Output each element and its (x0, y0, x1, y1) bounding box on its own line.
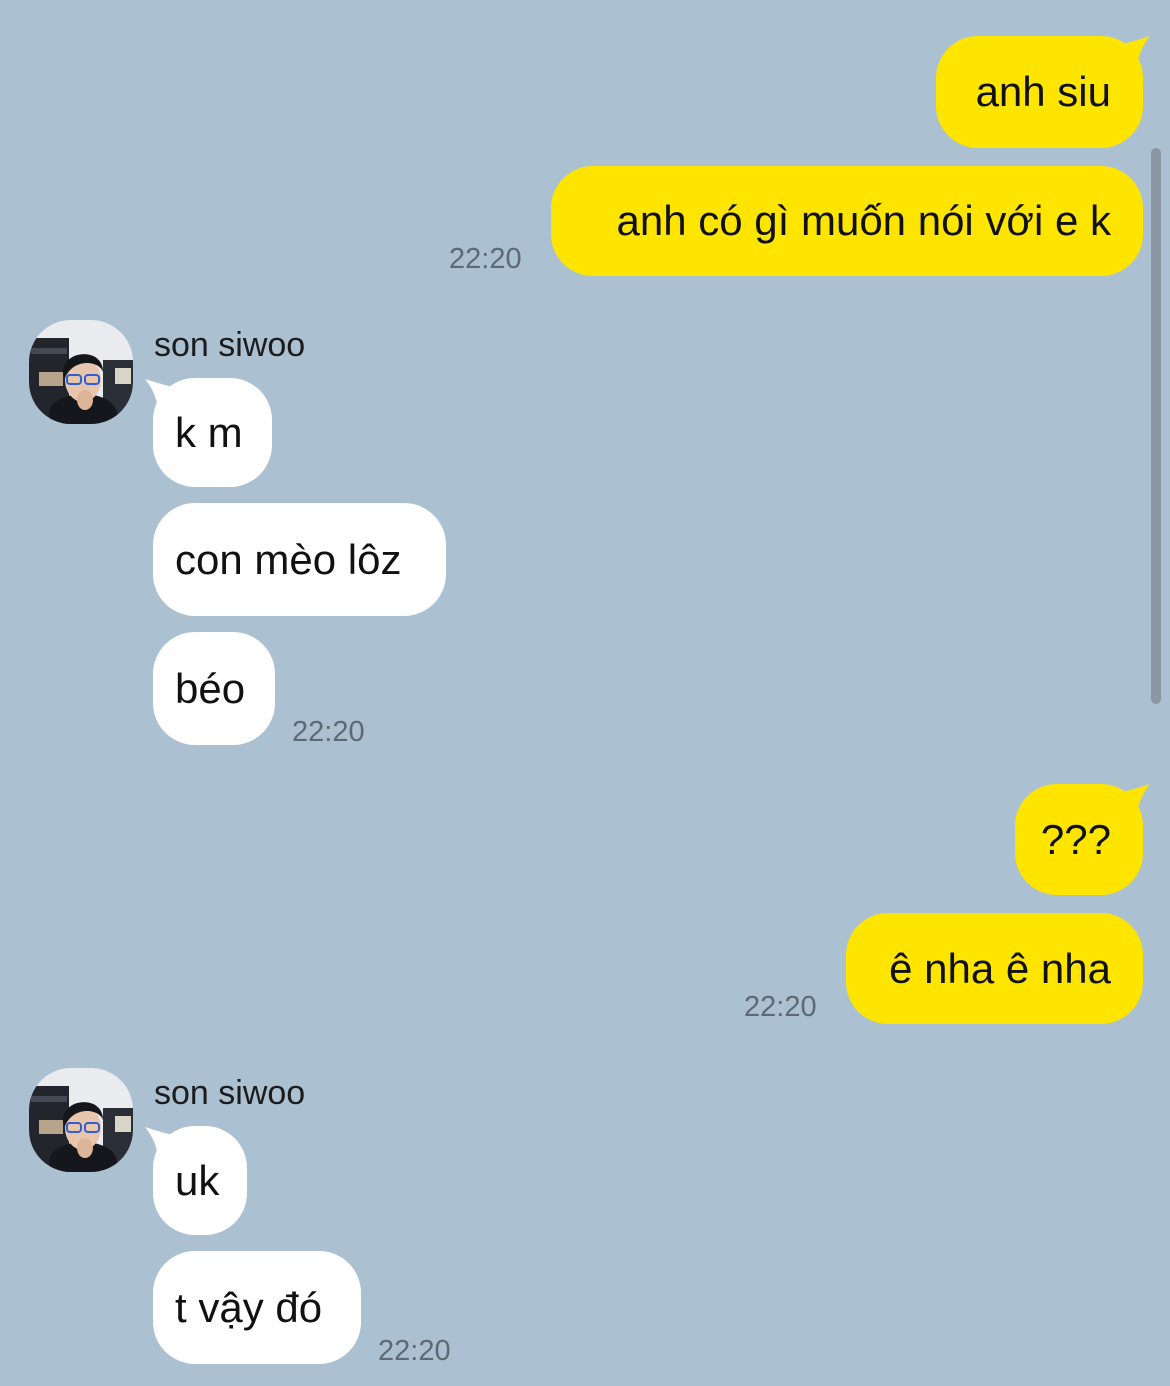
sender-avatar[interactable] (29, 320, 133, 424)
scrollbar-thumb[interactable] (1151, 148, 1161, 704)
message-timestamp: 22:20 (378, 1335, 451, 1367)
incoming-message[interactable]: béo (153, 632, 275, 745)
incoming-message[interactable]: k m (153, 378, 272, 487)
sender-name: son siwoo (154, 326, 306, 364)
outgoing-message[interactable]: ??? (1015, 784, 1143, 895)
incoming-message[interactable]: con mèo lôz (153, 503, 446, 616)
message-timestamp: 22:20 (449, 243, 522, 275)
incoming-message[interactable]: uk (153, 1126, 247, 1235)
outgoing-message[interactable]: ê nha ê nha (846, 913, 1143, 1024)
message-timestamp: 22:20 (744, 991, 817, 1023)
outgoing-message[interactable]: anh siu (936, 36, 1143, 148)
sender-name: son siwoo (154, 1074, 306, 1112)
outgoing-message[interactable]: anh có gì muốn nói với e k (551, 166, 1143, 276)
incoming-message[interactable]: t vậy đó (153, 1251, 361, 1364)
sender-avatar[interactable] (29, 1068, 133, 1172)
message-timestamp: 22:20 (292, 716, 365, 748)
